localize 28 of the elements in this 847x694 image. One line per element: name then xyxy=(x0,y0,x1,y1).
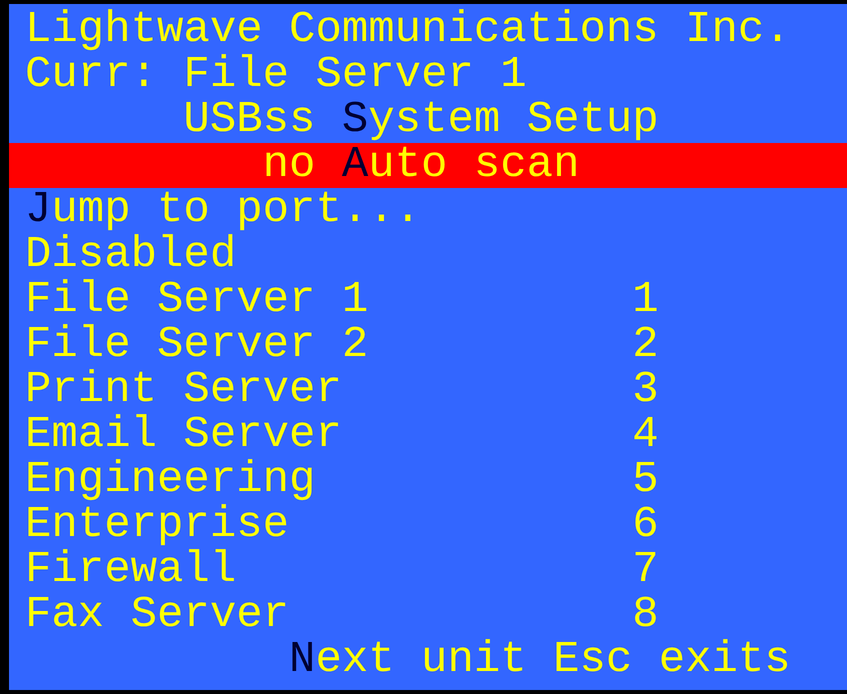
port-entry[interactable]: File Server 1 1 xyxy=(9,278,847,323)
port-name: Fax Server xyxy=(25,593,290,638)
port-entry[interactable]: Fax Server 8 xyxy=(9,593,847,638)
port-number: 5 xyxy=(632,458,659,503)
port-number: 7 xyxy=(632,548,659,593)
port-entry[interactable]: Email Server 4 xyxy=(9,413,847,458)
port-entry[interactable]: Print Server 3 xyxy=(9,368,847,413)
port-name: File Server 1 xyxy=(25,278,370,323)
menu-option[interactable]: Disabled xyxy=(9,233,847,278)
port-number: 2 xyxy=(632,323,659,368)
port-name: Engineering xyxy=(25,458,316,503)
port-number: 1 xyxy=(632,278,659,323)
port-name: File Server 2 xyxy=(25,323,370,368)
port-number: 4 xyxy=(632,413,659,458)
port-number: 6 xyxy=(632,503,659,548)
menu-option[interactable]: Jump to port... xyxy=(9,188,847,233)
port-name: Firewall xyxy=(25,548,236,593)
port-entry[interactable]: Firewall 7 xyxy=(9,548,847,593)
menu-option[interactable]: no Auto scan xyxy=(9,143,847,188)
port-name: Enterprise xyxy=(25,503,290,548)
port-number: 3 xyxy=(632,368,659,413)
port-name: Email Server xyxy=(25,413,343,458)
port-entry[interactable]: Enterprise 6 xyxy=(9,503,847,548)
port-number: 8 xyxy=(632,593,659,638)
port-entry[interactable]: File Server 2 2 xyxy=(9,323,847,368)
footer-hint: Next unit Esc exits xyxy=(289,635,791,685)
port-entry[interactable]: Engineering 5 xyxy=(9,458,847,503)
port-name: Print Server xyxy=(25,368,343,413)
